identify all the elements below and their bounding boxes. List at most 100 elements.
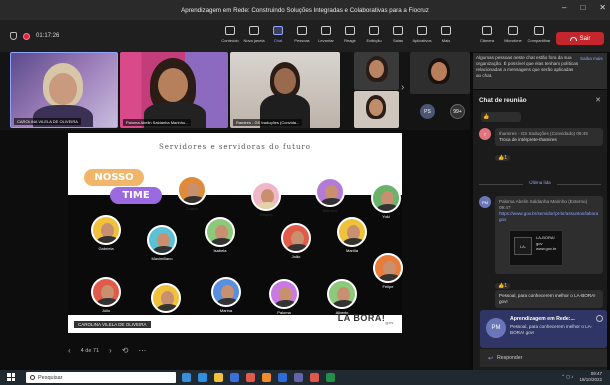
participant-tile[interactable]: CAROLINA VILELA DE OLIVEIRA — [10, 52, 118, 128]
team-member: Marília — [336, 217, 368, 253]
maximize-button[interactable]: □ — [580, 3, 585, 12]
participant-face — [49, 73, 77, 105]
preview-title: LA-BORA! gov — [536, 235, 555, 246]
team-member: Maximiliano — [146, 225, 178, 261]
chevron-right-icon[interactable]: › — [109, 346, 112, 355]
reaction-badge[interactable]: 👍1 — [495, 283, 511, 289]
title-bar: Aprendizagem em Rede: Construindo Soluçõ… — [0, 0, 610, 20]
new-window-button[interactable]: Nova janela — [242, 24, 266, 43]
taskbar-search[interactable]: Pesquisar — [26, 372, 176, 383]
message-author: Paloma Abelin Saldanha Marinho (Externo) — [499, 199, 588, 204]
more-options-icon[interactable]: ⋯ — [138, 346, 146, 355]
info-icon[interactable] — [596, 315, 603, 322]
meeting-toolbar: 01:17:26 Conteúdo Nova janela Chat Pesso… — [0, 20, 610, 52]
message-notification[interactable]: PM Aprendizagem em Rede:... Pessoal, par… — [480, 310, 607, 348]
microphone-button[interactable]: Microfone — [500, 24, 526, 43]
content-button[interactable]: Conteúdo — [218, 24, 242, 43]
raise-hand-button[interactable]: Levantar — [314, 24, 338, 43]
rooms-icon — [393, 26, 403, 35]
notice-text: Algumas pessoas neste chat estão fora da… — [476, 55, 579, 78]
team-member: Yuki — [370, 183, 402, 219]
task-view-icon[interactable] — [182, 373, 191, 382]
message-time: 09:47 — [499, 205, 511, 210]
participant-face — [369, 60, 384, 78]
participant-avatar[interactable]: PS — [420, 104, 435, 119]
people-button[interactable]: Pessoas — [290, 24, 314, 43]
team-member: João — [280, 223, 312, 259]
team-member: Carol — [150, 283, 182, 319]
windows-start-icon[interactable] — [7, 373, 15, 381]
tray-icons[interactable]: ⌃ ◻ ♪ — [561, 374, 573, 380]
participant-tile[interactable] — [354, 91, 399, 128]
chevron-right-icon[interactable]: › — [401, 82, 404, 93]
people-icon — [297, 26, 307, 35]
labora-preview-logo: LA- — [514, 237, 532, 255]
microphone-off-icon — [508, 26, 518, 35]
app-icon[interactable] — [262, 373, 271, 382]
message-time: 09:45 — [576, 131, 588, 136]
new-window-icon — [249, 26, 259, 35]
ellipsis-icon — [441, 26, 451, 35]
teams-icon[interactable] — [294, 373, 303, 382]
close-chat-icon[interactable]: ✕ — [595, 96, 601, 104]
content-icon — [225, 26, 235, 35]
learn-more-link[interactable]: Saiba mais — [580, 56, 604, 62]
participant-name: Ramires - GS traduções (Convida... — [233, 119, 303, 126]
chat-button[interactable]: Chat — [266, 24, 290, 43]
file-explorer-icon[interactable] — [214, 373, 223, 382]
close-button[interactable]: ✕ — [599, 3, 606, 12]
reaction-badge[interactable]: 👍1 — [495, 155, 511, 161]
participant-name: CAROLINA VILELA DE OLIVEIRA — [14, 118, 81, 125]
team-member: Felipe — [372, 253, 404, 289]
store-icon[interactable] — [230, 373, 239, 382]
participant-tile[interactable] — [354, 52, 399, 90]
presenter-caption: CAROLINA VILELA DE OLIVEIRA — [74, 321, 151, 328]
participant-tile[interactable] — [410, 52, 470, 94]
leave-button[interactable]: Sair — [556, 32, 604, 45]
chrome-icon[interactable] — [310, 373, 319, 382]
minimize-button[interactable]: – — [562, 3, 566, 12]
team-member: Isabela — [204, 217, 236, 253]
external-participants-notice: Algumas pessoas neste chat estão fora da… — [473, 53, 607, 89]
word-icon[interactable] — [278, 373, 287, 382]
clock[interactable]: 09:47 18/10/2022 — [579, 371, 602, 383]
plus-icon — [417, 26, 427, 35]
shield-icon — [10, 32, 17, 40]
avatar: T — [479, 128, 491, 140]
office-icon[interactable] — [246, 373, 255, 382]
message-text: Troca de intérprete-thamires — [499, 137, 557, 142]
apps-button[interactable]: Aplicativos — [410, 24, 434, 43]
participant-tile[interactable]: Ramires - GS traduções (Convida... — [230, 52, 340, 128]
message-link[interactable]: https://www.gov.br/servidor/pt-br/assunt… — [499, 211, 599, 223]
more-participants-badge[interactable]: 99+ — [450, 104, 465, 119]
rooms-button[interactable]: Salas — [386, 24, 410, 43]
react-button[interactable]: Reagir — [338, 24, 362, 43]
chat-title: Chat de reunião — [479, 96, 527, 104]
link-preview-card[interactable]: LA- LA-BORA! gov www.gov.br — [509, 230, 563, 266]
share-button[interactable]: Compartilhar — [526, 24, 552, 43]
camera-off-icon — [482, 26, 492, 35]
reply-arrow-icon: ↩ — [488, 355, 494, 362]
more-button[interactable]: Mais — [434, 24, 458, 43]
reply-button[interactable]: ↩ Responder — [480, 349, 607, 367]
view-button[interactable]: Exibição — [362, 24, 386, 43]
participant-face — [158, 68, 188, 102]
hand-icon — [321, 26, 331, 35]
time-badge: TIME — [110, 187, 162, 204]
search-placeholder: Pesquisar — [38, 374, 63, 381]
participant-name: Paloma Abelin Saldanha Marinho... — [123, 119, 192, 126]
system-tray: ⌃ ◻ ♪ 09:47 18/10/2022 — [561, 371, 602, 383]
slide-pager: ‹ 4 de 71 › ⟲ ⋯ — [68, 346, 146, 355]
chevron-left-icon[interactable]: ‹ — [68, 346, 71, 355]
presentation-slide: Servidores e servidoras do futuro NOSSO … — [68, 133, 404, 333]
edge-icon[interactable] — [198, 373, 207, 382]
recording-icon — [23, 32, 30, 40]
sync-icon[interactable]: ⟲ — [122, 346, 129, 355]
participant-tile[interactable]: Paloma Abelin Saldanha Marinho... — [120, 52, 228, 128]
phone-icon — [569, 36, 577, 41]
windows-taskbar: Pesquisar ⌃ ◻ ♪ 09:47 18/10/2022 — [0, 370, 610, 385]
participant-face — [274, 68, 296, 94]
page-indicator: 4 de 71 — [80, 347, 100, 354]
excel-icon[interactable] — [326, 373, 335, 382]
camera-button[interactable]: Câmera — [474, 24, 500, 43]
